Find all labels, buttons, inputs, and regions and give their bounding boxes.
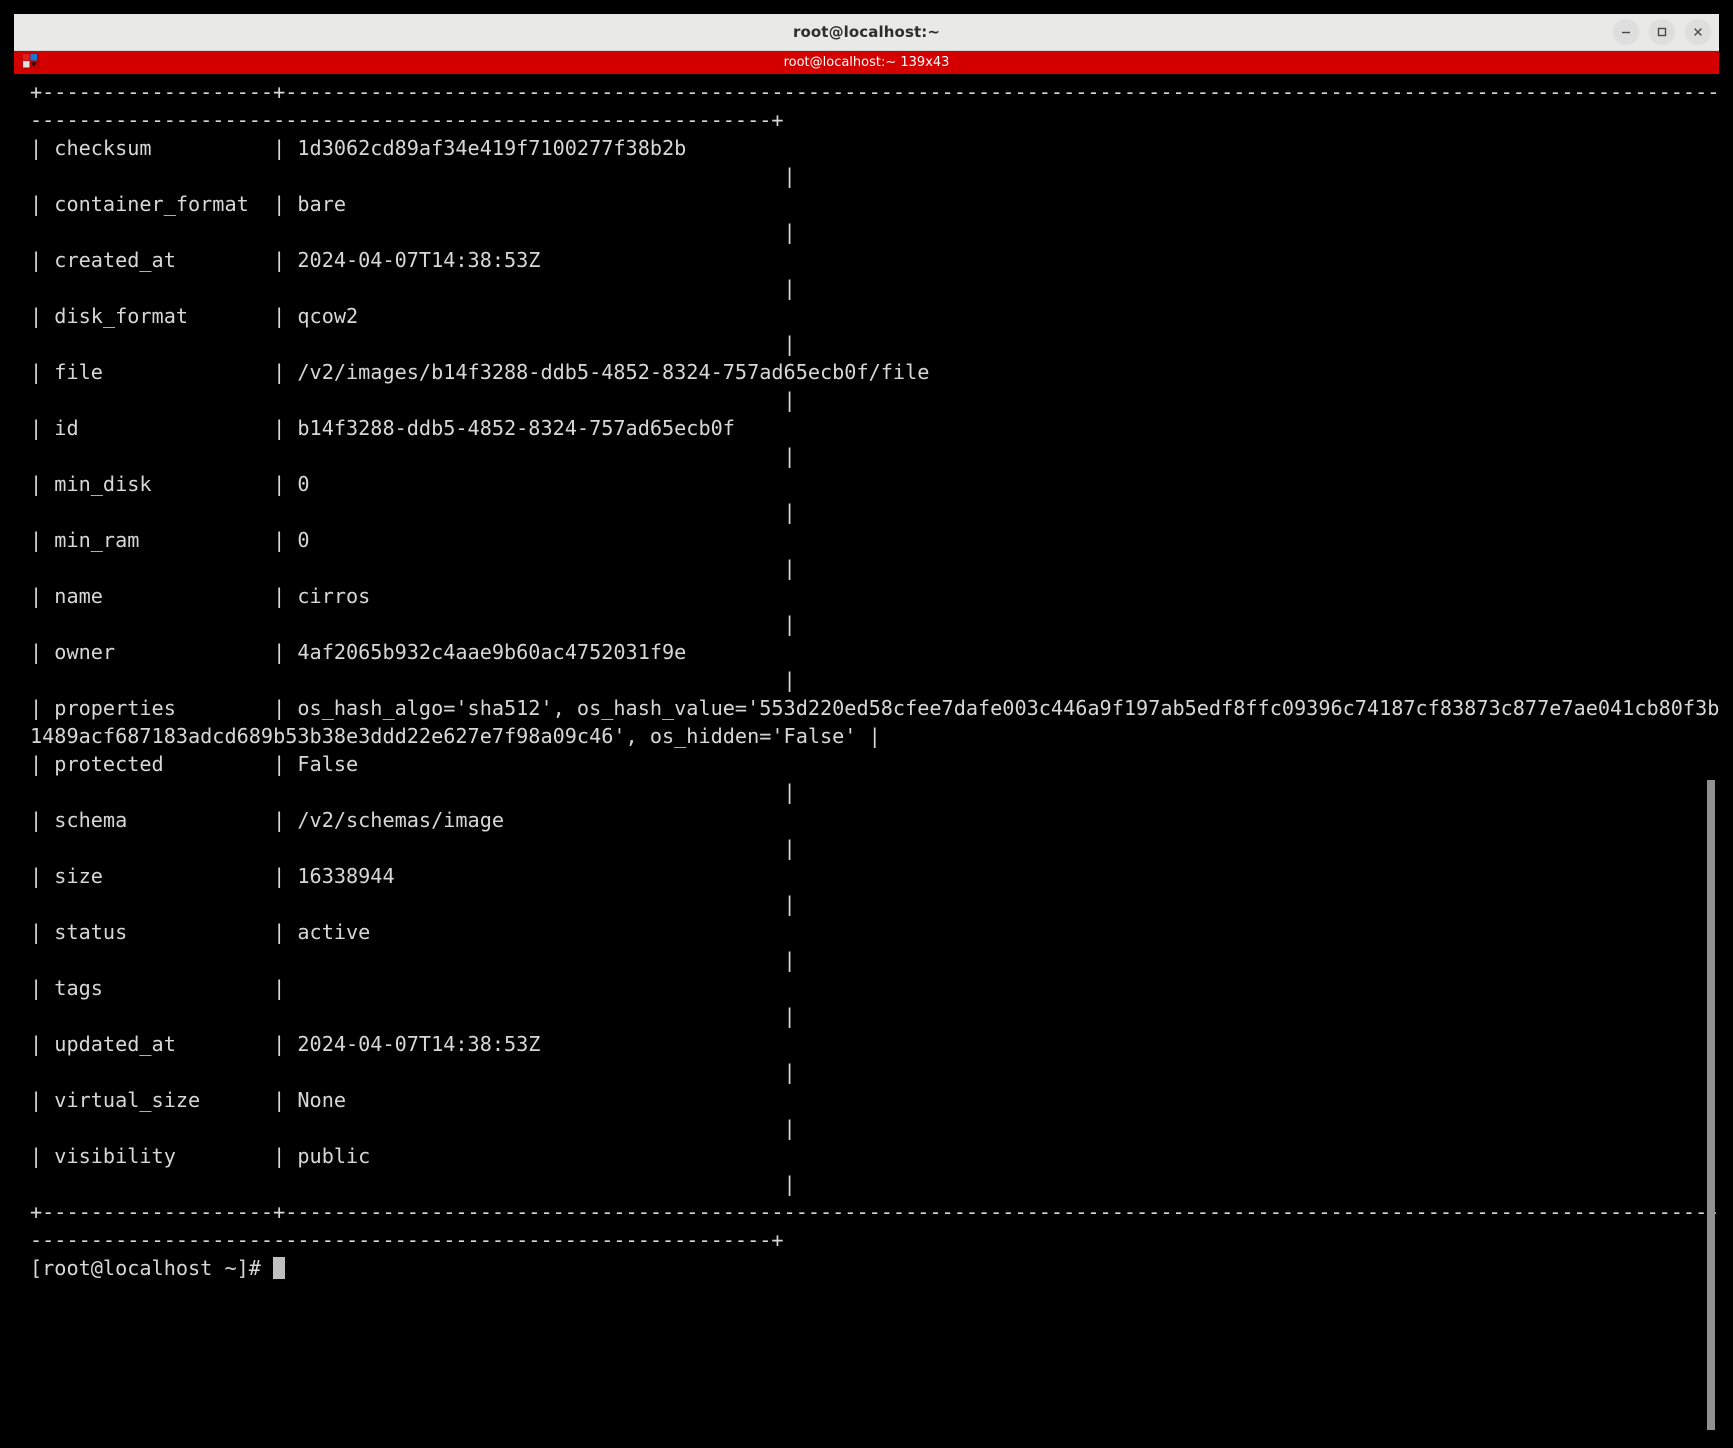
close-button[interactable] (1685, 19, 1711, 45)
minimize-icon (1622, 31, 1630, 34)
window-controls (1613, 19, 1711, 45)
terminal-lines: +-------------------+-------------------… (30, 80, 1719, 1280)
window-title: root@localhost:~ (792, 23, 941, 41)
minimize-button[interactable] (1613, 19, 1639, 45)
app-root: root@localhost:~ root@localhost:~ 139x43… (0, 0, 1733, 1448)
terminal-output: +-------------------+-------------------… (14, 74, 1719, 1282)
terminal-window: root@localhost:~ root@localhost:~ 139x43… (14, 14, 1719, 1434)
close-icon (1694, 28, 1702, 36)
terminal-scrollbar[interactable] (1707, 780, 1715, 1430)
terminal-cursor (273, 1257, 286, 1279)
tab-label[interactable]: root@localhost:~ 139x43 (14, 55, 1719, 70)
terminal-tabbar: root@localhost:~ 139x43 (14, 51, 1719, 74)
window-titlebar[interactable]: root@localhost:~ (14, 14, 1719, 51)
maximize-icon (1657, 27, 1667, 37)
maximize-button[interactable] (1649, 19, 1675, 45)
terminal-screen[interactable]: +-------------------+-------------------… (14, 74, 1719, 1434)
